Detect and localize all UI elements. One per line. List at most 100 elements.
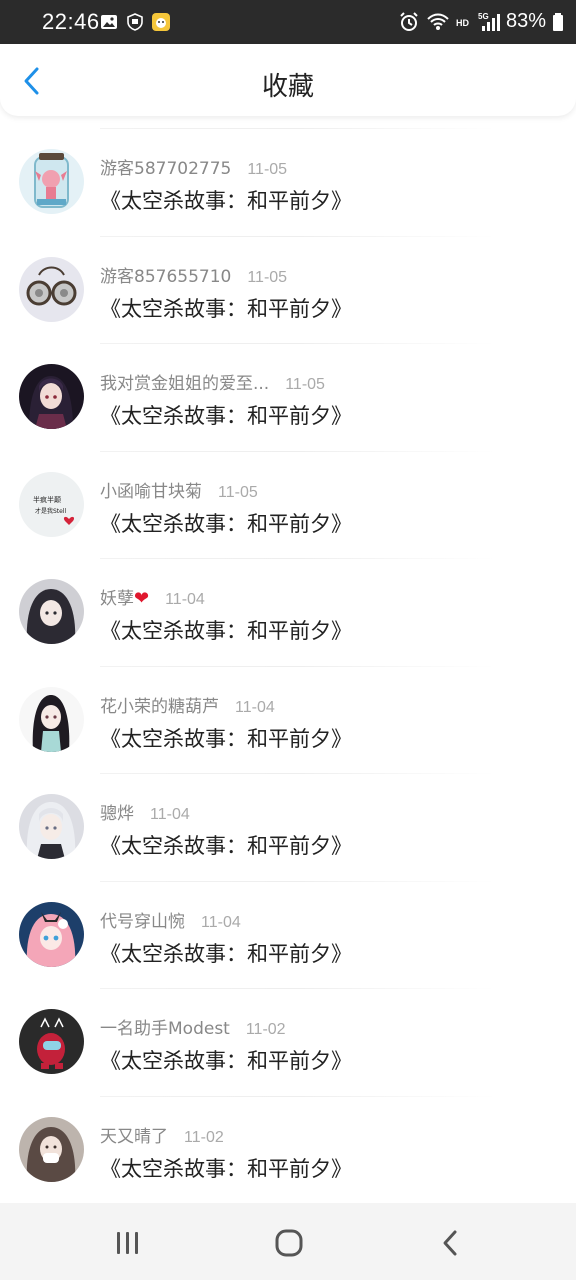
date: 11-04 [150,806,190,823]
app-icon [152,13,170,31]
avatar[interactable] [19,579,84,644]
username[interactable]: 天又晴了 [100,1122,168,1147]
avatar-image [19,686,84,752]
username[interactable]: 代号穿山惋 [100,907,185,932]
item-meta: 代号穿山惋 11-04 [100,907,241,932]
avatar[interactable] [19,256,84,322]
divider [100,988,496,989]
recent-apps-button[interactable] [106,1221,150,1265]
status-time: 22:46 [42,9,100,34]
divider [100,665,496,667]
list-item[interactable]: 天又晴了 11-02 《太空杀故事：和平前夕》 [0,1084,576,1192]
system-back-button[interactable] [428,1221,472,1265]
item-meta: 花小荣的糖葫芦 11-04 [100,692,275,717]
home-icon [275,1229,303,1257]
list-item[interactable]: 游客587702775 11-05 《太空杀故事：和平前夕》 [0,116,576,224]
favorites-list: 游客587702775 11-05 《太空杀故事：和平前夕》 游客8576557… [0,116,576,1191]
date: 11-02 [184,1128,224,1146]
date: 11-05 [247,268,288,286]
avatar-image [19,1116,84,1182]
avatar-text-line-1: 半疯半颠 [33,495,61,504]
avatar[interactable]: 半疯半颠 才是我Stell [19,471,84,537]
avatar[interactable] [19,1116,84,1182]
avatar-image [19,1009,84,1074]
date: 11-04 [165,591,205,608]
list-item[interactable]: 半疯半颠 才是我Stell 小函喻甘块菊 11-05 《太空杀故事：和平前夕》 [0,439,576,547]
date: 11-04 [201,913,241,931]
svg-text:5G: 5G [478,12,489,21]
avatar-image [19,256,84,322]
divider [100,1095,496,1097]
date: 11-05 [285,376,325,393]
username[interactable]: 游客857655710 [100,262,231,287]
page-title: 收藏 [261,72,314,102]
post-title[interactable]: 《太空杀故事：和平前夕》 [100,400,352,430]
list-item[interactable]: 妖孽❤ 11-04 《太空杀故事：和平前夕》 [0,546,576,654]
date: 11-05 [247,161,288,178]
post-title[interactable]: 《太空杀故事：和平前夕》 [100,1045,352,1075]
username[interactable]: 小函喻甘块菊 [100,477,202,502]
post-title[interactable]: 《太空杀故事：和平前夕》 [100,293,352,323]
avatar-image: 半疯半颠 才是我Stell [19,471,84,537]
divider [100,558,496,559]
post-title[interactable]: 《太空杀故事：和平前夕》 [100,615,352,645]
avatar-image [19,364,84,429]
avatar-image [19,901,84,967]
divider [100,343,496,344]
username[interactable]: 一名助手Modest [100,1014,230,1039]
username[interactable]: 骢烨 [100,799,134,824]
avatar-image [19,794,84,859]
item-meta: 小函喻甘块菊 11-05 [100,477,258,502]
item-meta: 一名助手Modest 11-02 [100,1014,286,1039]
avatar[interactable] [19,1009,84,1074]
battery-icon [553,12,563,31]
username[interactable]: 花小荣的糖葫芦 [100,692,219,717]
back-icon [443,1230,457,1256]
heart-icon: ❤ [134,588,150,609]
svg-text:HD: HD [456,18,469,28]
avatar[interactable] [19,794,84,859]
divider [100,128,496,129]
battery-text: 83% [505,10,546,32]
home-button[interactable] [267,1221,311,1265]
username[interactable]: 游客587702775 [100,154,231,179]
system-nav-bar [0,1203,576,1280]
post-title[interactable]: 《太空杀故事：和平前夕》 [100,723,352,753]
post-title[interactable]: 《太空杀故事：和平前夕》 [100,938,352,968]
status-right: HD 5G 83% [398,10,564,33]
list-item[interactable]: 我对赏金姐姐的爱至... 11-05 《太空杀故事：和平前夕》 [0,331,576,439]
gallery-icon [101,15,117,29]
date: 11-04 [235,698,275,716]
list-item[interactable]: 游客857655710 11-05 《太空杀故事：和平前夕》 [0,224,576,332]
avatar[interactable] [19,364,84,429]
avatar[interactable] [19,149,84,214]
status-left-icons [100,13,170,31]
divider [100,773,496,774]
avatar-image [19,149,84,214]
divider [100,880,496,882]
post-title[interactable]: 《太空杀故事：和平前夕》 [100,1153,352,1183]
item-meta: 骢烨 11-04 [100,799,190,824]
post-title[interactable]: 《太空杀故事：和平前夕》 [100,830,352,860]
post-title[interactable]: 《太空杀故事：和平前夕》 [100,508,352,538]
list-item[interactable]: 骢烨 11-04 《太空杀故事：和平前夕》 [0,761,576,869]
list-item[interactable]: 一名助手Modest 11-02 《太空杀故事：和平前夕》 [0,976,576,1084]
shield-icon [127,13,143,31]
username-text: 妖孽 [100,589,134,609]
avatar[interactable] [19,686,84,752]
list-item[interactable]: 花小荣的糖葫芦 11-04 《太空杀故事：和平前夕》 [0,654,576,762]
5g-signal-icon: 5G [478,12,500,31]
username[interactable]: 妖孽❤ [100,584,149,609]
divider [100,450,496,452]
date: 11-02 [245,1021,286,1038]
recent-apps-icon [117,1232,138,1254]
list-item[interactable]: 代号穿山惋 11-04 《太空杀故事：和平前夕》 [0,869,576,977]
wifi-icon [427,13,449,30]
avatar[interactable] [19,901,84,967]
username[interactable]: 我对赏金姐姐的爱至... [100,369,269,394]
alarm-icon [400,11,418,31]
post-title[interactable]: 《太空杀故事：和平前夕》 [100,185,352,215]
avatar-image [19,579,84,644]
date: 11-05 [218,483,258,501]
status-bar: 22:46 HD 5G 83% [0,0,576,44]
